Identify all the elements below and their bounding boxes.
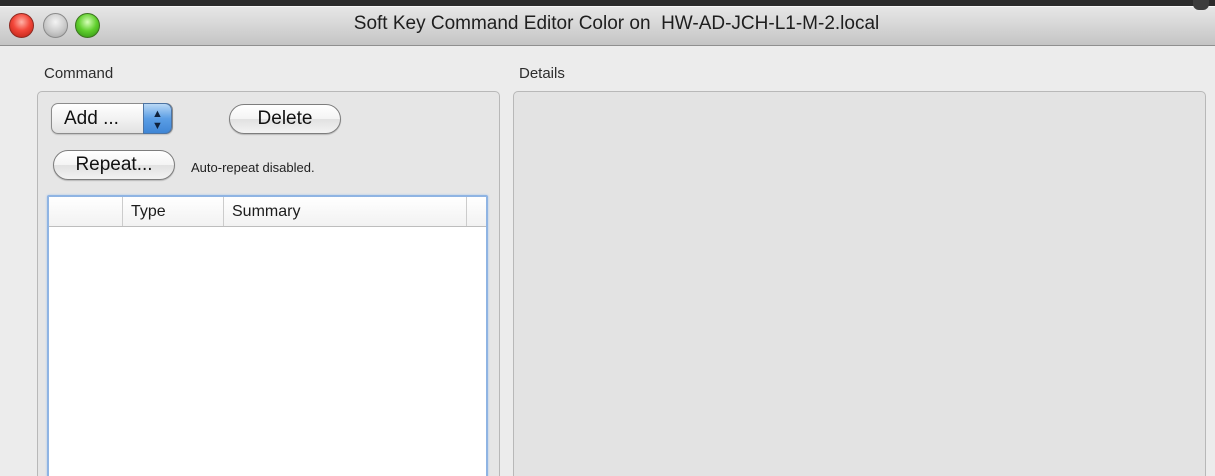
- details-group-label: Details: [519, 65, 565, 82]
- column-header-corner: [467, 197, 486, 226]
- add-command-popup[interactable]: Add ... ▲ ▼: [51, 103, 173, 134]
- add-command-popup-label: Add ...: [64, 108, 119, 129]
- window-title: Soft Key Command Editor Color on HW-AD-J…: [353, 13, 880, 34]
- repeat-button[interactable]: Repeat...: [53, 150, 175, 180]
- editor-window: Soft Key Command Editor Color on HW-AD-J…: [0, 0, 1215, 476]
- delete-command-button[interactable]: Delete: [229, 104, 341, 134]
- command-table-header: Type Summary: [49, 197, 486, 227]
- column-header-type[interactable]: Type: [123, 197, 224, 226]
- command-table-body[interactable]: [49, 227, 486, 476]
- command-group-label: Command: [44, 65, 114, 82]
- title-bar[interactable]: Soft Key Command Editor Color on HW-AD-J…: [0, 0, 1215, 46]
- title-bar-highlight: [0, 6, 1215, 7]
- details-panel: [513, 91, 1206, 476]
- command-table[interactable]: Type Summary: [47, 195, 488, 476]
- popup-up-down-arrows-icon: ▲ ▼: [143, 103, 172, 134]
- window-corner-mark: [1193, 0, 1209, 10]
- repeat-status-text: Auto-repeat disabled.: [191, 160, 315, 175]
- column-header-blank[interactable]: [49, 197, 123, 226]
- column-header-summary[interactable]: Summary: [224, 197, 467, 226]
